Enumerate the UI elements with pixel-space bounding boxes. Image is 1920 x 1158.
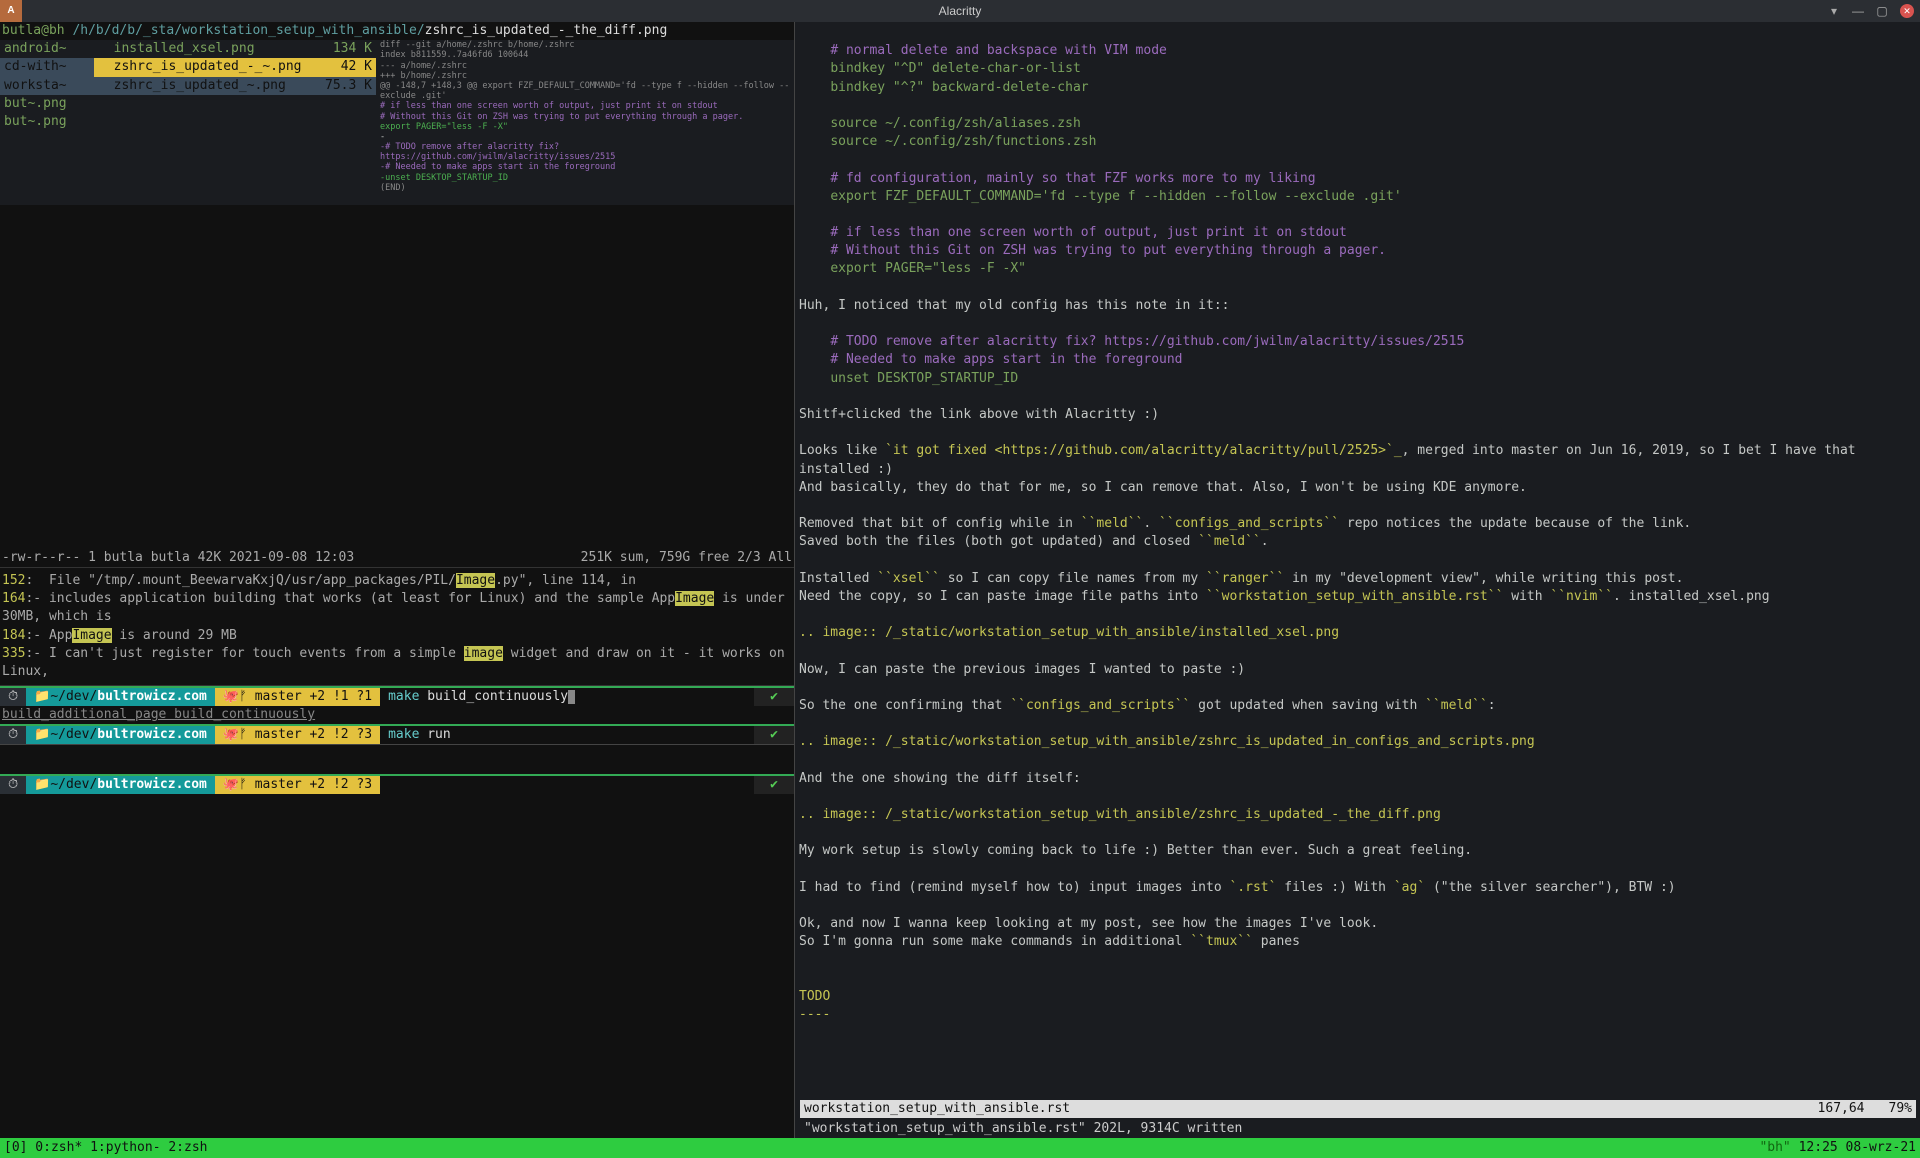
time-segment: ⏱ bbox=[0, 775, 26, 794]
workspace: butla@bh /h/b/d/b/_sta/workstation_setup… bbox=[0, 22, 1920, 1138]
preview-line: # Without this Git on ZSH was trying to … bbox=[380, 112, 794, 122]
ranger-path: /h/b/d/b/_sta/workstation_setup_with_ans… bbox=[72, 23, 424, 38]
tmux-host: "bh" bbox=[1759, 1140, 1790, 1155]
titlebar: A Alacritty ▾ — ▢ ✕ bbox=[0, 0, 1920, 22]
maximize-icon[interactable]: ▢ bbox=[1870, 0, 1894, 22]
pane-gap bbox=[0, 744, 794, 774]
status-ok-icon: ✔ bbox=[754, 776, 794, 794]
git-segment: 🐙 ᚠ master +2 !2 ?3 bbox=[215, 725, 380, 744]
ranger-parent-item[interactable]: but~.png bbox=[0, 95, 94, 113]
preview-line: @@ -148,7 +148,3 @@ export FZF_DEFAULT_C… bbox=[380, 81, 794, 101]
cursor-icon bbox=[568, 690, 575, 704]
nvim-statusline: workstation_setup_with_ansible.rst 167,6… bbox=[800, 1100, 1916, 1118]
ranger-parent-item[interactable]: android~ bbox=[0, 40, 94, 58]
preview-line: -unset DESKTOP_STARTUP_ID bbox=[380, 173, 794, 183]
ranger-parent-item[interactable]: but~.png bbox=[0, 113, 94, 131]
git-segment: 🐙 ᚠ master +2 !1 ?1 bbox=[215, 687, 380, 706]
path-segment: 📁 ~/dev/bultrowicz.com bbox=[26, 725, 215, 744]
preview-line: (END) bbox=[380, 183, 794, 193]
window-title: Alacritty bbox=[939, 3, 982, 20]
grep-result-line[interactable]: 335:- I can't just register for touch ev… bbox=[2, 645, 792, 681]
preview-line: diff --git a/home/.zshrc b/home/.zshrc bbox=[380, 40, 794, 50]
nvim-percent: 79% bbox=[1889, 1100, 1912, 1118]
left-column: butla@bh /h/b/d/b/_sta/workstation_setup… bbox=[0, 22, 795, 1138]
ranger-file: zshrc_is_updated_-_the_diff.png bbox=[425, 23, 668, 38]
nvim-position: 167,64 bbox=[1818, 1100, 1865, 1118]
app-icon: A bbox=[0, 0, 22, 22]
ranger-status-left: -rw-r--r-- 1 butla butla 42K 2021-09-08 … bbox=[2, 549, 354, 567]
ranger-status-right: 251K sum, 759G free 2/3 All bbox=[581, 549, 792, 567]
ranger-spacer bbox=[0, 205, 794, 549]
nvim-message: "workstation_setup_with_ansible.rst" 202… bbox=[800, 1120, 1916, 1138]
status-ok-icon: ✔ bbox=[754, 726, 794, 744]
time-segment: ⏱ bbox=[0, 687, 26, 706]
git-segment: 🐙 ᚠ master +2 !2 ?3 bbox=[215, 775, 380, 794]
grep-result-line[interactable]: 152: File "/tmp/.mount_BeewarvaKxjQ/usr/… bbox=[2, 572, 792, 590]
preview-line: -# Needed to make apps start in the fore… bbox=[380, 162, 794, 172]
grep-pane[interactable]: 152: File "/tmp/.mount_BeewarvaKxjQ/usr/… bbox=[0, 567, 794, 686]
empty-pane[interactable] bbox=[0, 794, 794, 1138]
preview-line: - bbox=[380, 132, 794, 142]
preview-line: index b811559..7a46fd6 100644 bbox=[380, 50, 794, 60]
ranger-user: butla@bh bbox=[2, 23, 65, 38]
preview-line: -# TODO remove after alacritty fix? http… bbox=[380, 142, 794, 162]
ranger-main-col[interactable]: installed_xsel.png134 K zshrc_is_updated… bbox=[94, 40, 376, 205]
ranger-parent-item[interactable]: cd-with~ bbox=[0, 58, 94, 76]
ranger-parent-col[interactable]: android~cd-with~worksta~but~.pngbut~.png bbox=[0, 40, 94, 205]
grep-result-line[interactable]: 164:- includes application building that… bbox=[2, 590, 792, 626]
minimize-icon[interactable]: — bbox=[1846, 0, 1870, 22]
ranger-parent-item[interactable]: worksta~ bbox=[0, 77, 94, 95]
status-ok-icon: ✔ bbox=[754, 688, 794, 706]
close-icon[interactable]: ✕ bbox=[1900, 4, 1914, 18]
preview-line: export PAGER="less -F -X" bbox=[380, 122, 794, 132]
path-segment: 📁 ~/dev/bultrowicz.com bbox=[26, 775, 215, 794]
tmux-statusbar[interactable]: [0] 0:zsh* 1:python- 2:zsh "bh" 12:25 08… bbox=[0, 1138, 1920, 1158]
grep-result-line[interactable]: 184:- AppImage is around 29 MB bbox=[2, 627, 792, 645]
command[interactable]: make run bbox=[380, 726, 451, 744]
nvim-pane[interactable]: # normal delete and backspace with VIM m… bbox=[795, 22, 1920, 1138]
path-segment: 📁 ~/dev/bultrowicz.com bbox=[26, 687, 215, 706]
command[interactable]: make build_continuously bbox=[380, 688, 575, 706]
ranger-file-item[interactable]: zshrc_is_updated_-_~.png42 K bbox=[94, 58, 376, 76]
preview-line: +++ b/home/.zshrc bbox=[380, 71, 794, 81]
nvim-filename: workstation_setup_with_ansible.rst bbox=[804, 1100, 1070, 1118]
preview-line: --- a/home/.zshrc bbox=[380, 61, 794, 71]
shell-prompt-2[interactable]: ⏱ 📁 ~/dev/bultrowicz.com 🐙 ᚠ master +2 !… bbox=[0, 724, 794, 744]
time-segment: ⏱ bbox=[0, 725, 26, 744]
ranger-statusbar: -rw-r--r-- 1 butla butla 42K 2021-09-08 … bbox=[0, 549, 794, 567]
shell-completions[interactable]: build_additional_page build_continuously bbox=[0, 706, 794, 724]
ranger-header: butla@bh /h/b/d/b/_sta/workstation_setup… bbox=[0, 22, 794, 40]
tmux-clock: 12:25 08-wrz-21 bbox=[1799, 1140, 1916, 1155]
nvim-buffer[interactable]: # normal delete and backspace with VIM m… bbox=[799, 22, 1916, 1043]
shell-prompt-1[interactable]: ⏱ 📁 ~/dev/bultrowicz.com 🐙 ᚠ master +2 !… bbox=[0, 686, 794, 706]
preview-line: # if less than one screen worth of outpu… bbox=[380, 101, 794, 111]
ranger-body[interactable]: android~cd-with~worksta~but~.pngbut~.png… bbox=[0, 40, 794, 205]
ranger-file-item[interactable]: zshrc_is_updated_~.png75.3 K bbox=[94, 77, 376, 95]
dropdown-icon[interactable]: ▾ bbox=[1822, 0, 1846, 22]
shell-prompt-3[interactable]: ⏱ 📁 ~/dev/bultrowicz.com 🐙 ᚠ master +2 !… bbox=[0, 774, 794, 794]
ranger-file-item[interactable]: installed_xsel.png134 K bbox=[94, 40, 376, 58]
ranger-preview: diff --git a/home/.zshrc b/home/.zshrcin… bbox=[376, 40, 794, 205]
tmux-session[interactable]: [0] 0:zsh* 1:python- 2:zsh bbox=[4, 1139, 208, 1157]
